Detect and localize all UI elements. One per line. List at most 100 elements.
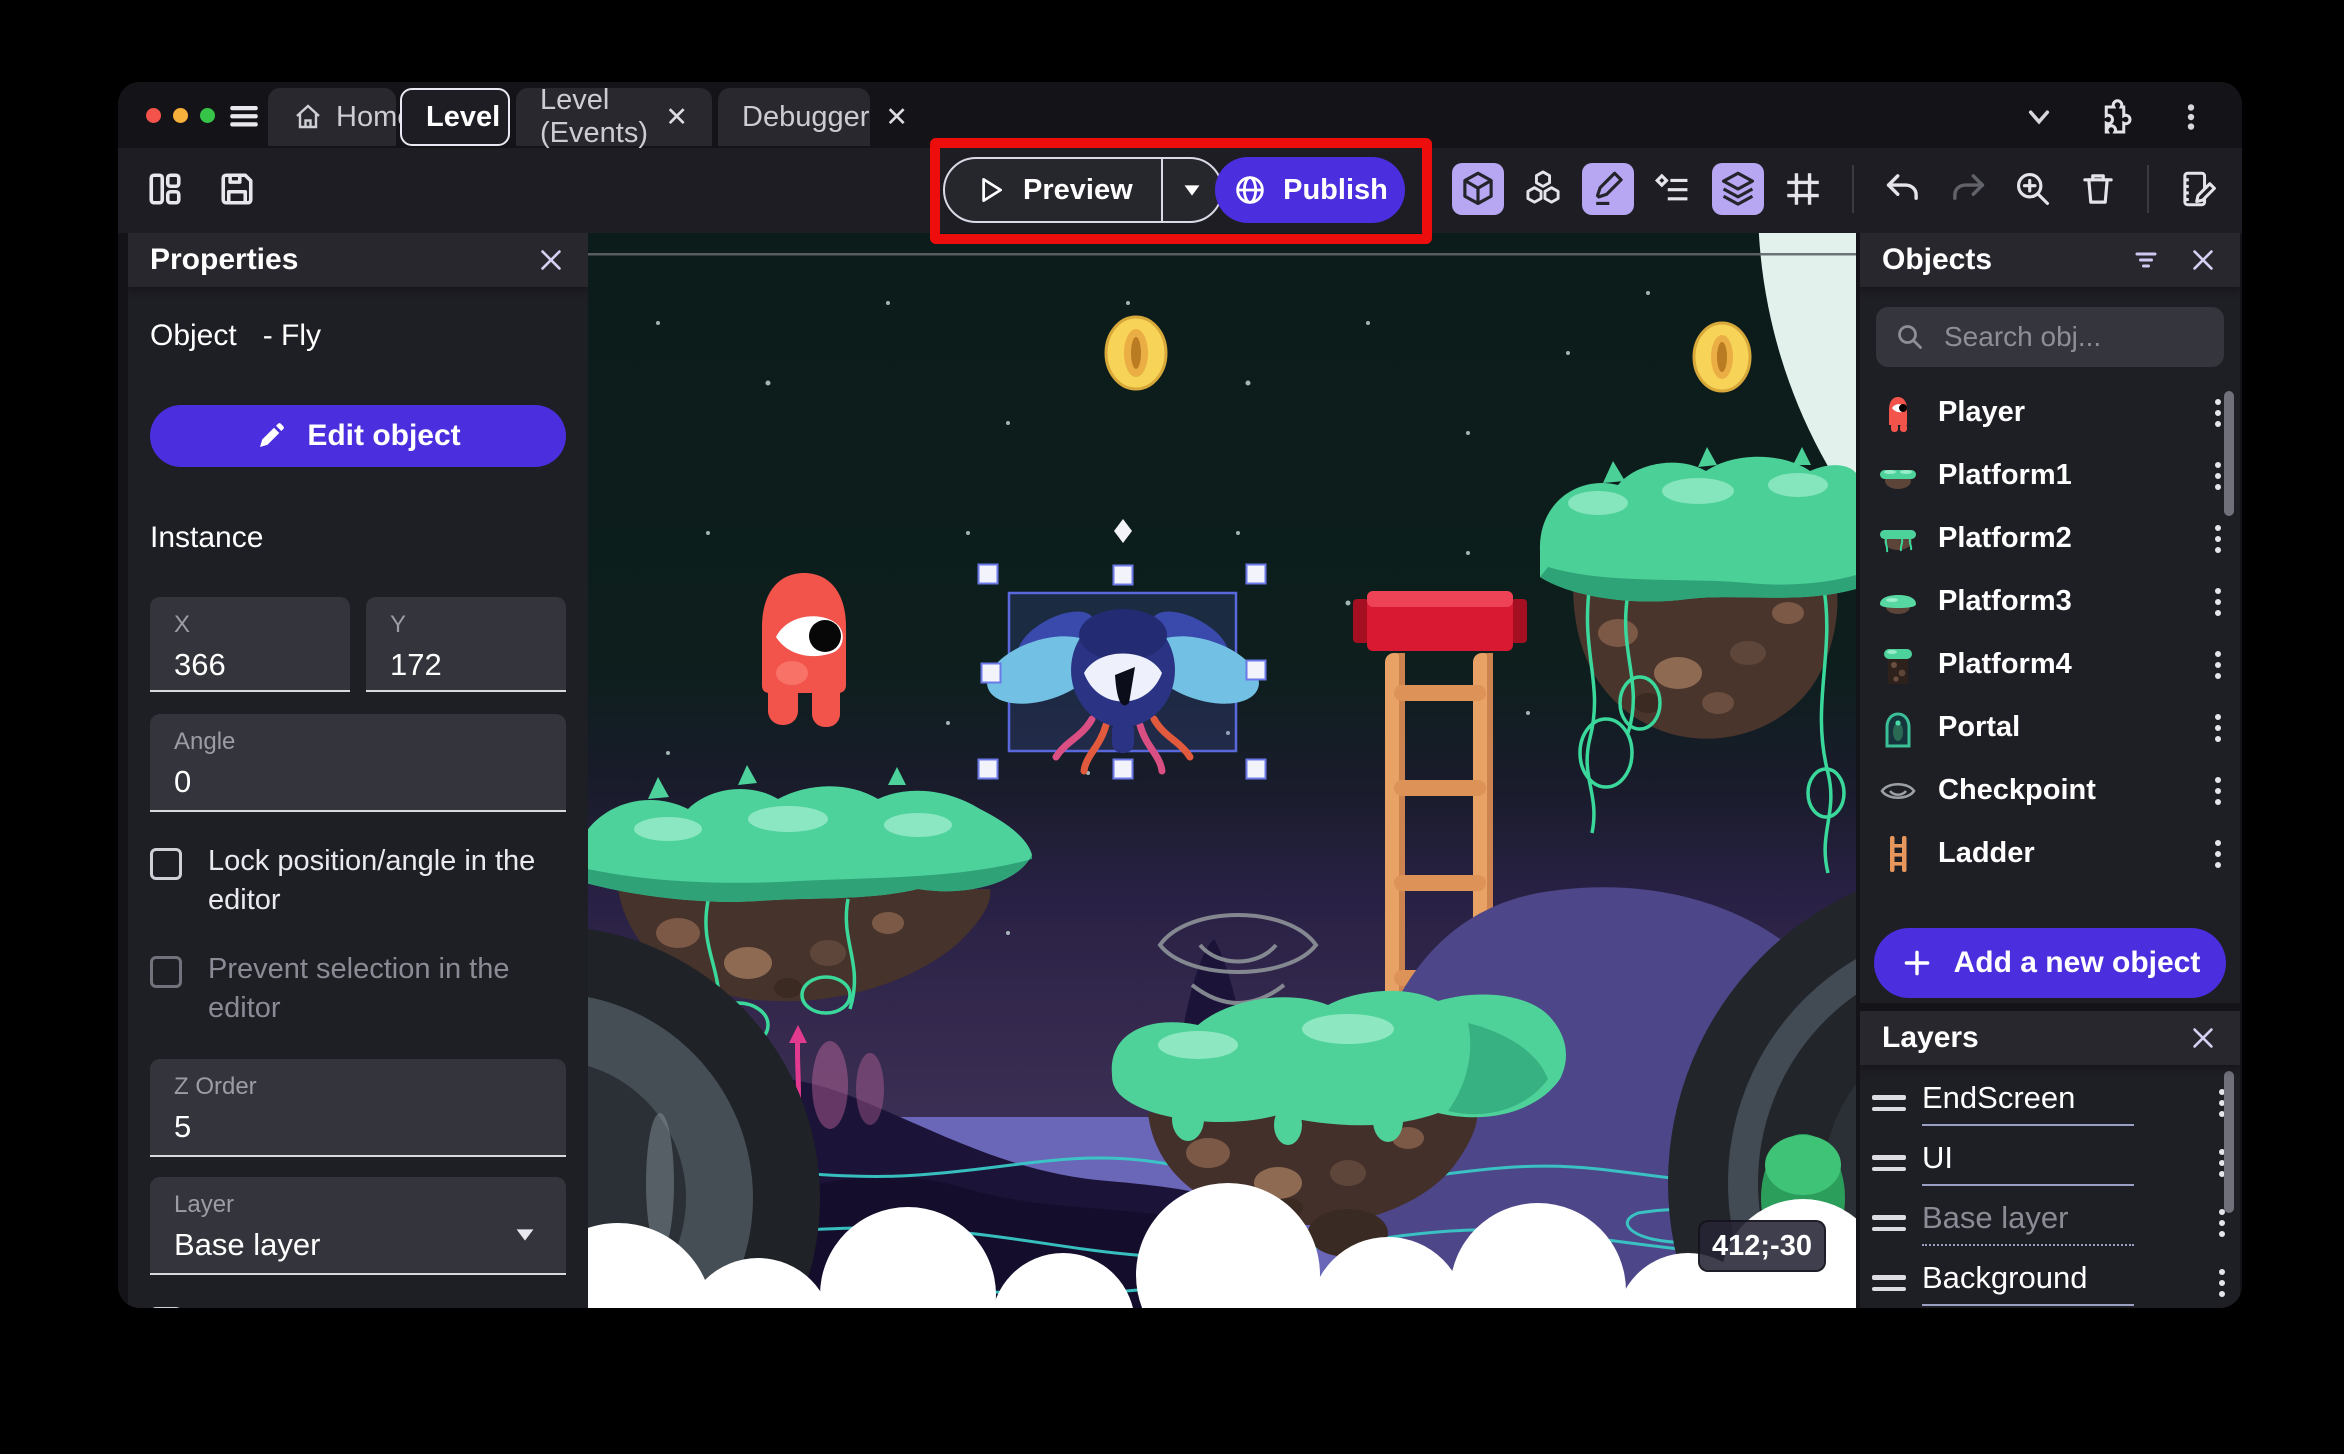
object-item-platform2[interactable]: Platform2 (1860, 507, 2240, 570)
add-object-label: Add a new object (1953, 946, 2201, 979)
tab-bar: Home Level ✕ Level (Events) ✕ Debugger ✕ (118, 82, 2242, 149)
edit-object-button[interactable]: Edit object (150, 405, 566, 467)
layers-panel-title: Layers (1882, 1021, 1979, 1054)
layer-row-ui[interactable]: UI (1860, 1133, 2240, 1193)
tab-level-events[interactable]: Level (Events) ✕ (516, 84, 712, 149)
y-field-value: 172 (390, 647, 442, 682)
close-tab-icon[interactable]: ✕ (665, 103, 688, 131)
portal-thumbnail-icon (1876, 706, 1920, 750)
object-item-portal[interactable]: Portal (1860, 696, 2240, 759)
object-label: Object (150, 319, 237, 352)
drag-handle-icon[interactable] (1872, 1095, 1906, 1111)
drag-handle-icon[interactable] (1872, 1155, 1906, 1171)
toggle-grid-button[interactable] (1777, 163, 1829, 215)
object-item-platform1[interactable]: Platform1 (1860, 444, 2240, 507)
scene-editor-canvas[interactable]: 412;-30 (588, 233, 1856, 1308)
layers-icon (1721, 171, 1755, 206)
cursor-coordinates-badge: 412;-30 (1698, 1220, 1826, 1272)
zoom-in-button[interactable] (2007, 163, 2059, 215)
layer-name[interactable]: Background (1922, 1260, 2134, 1306)
object-menu-button[interactable] (2212, 837, 2224, 871)
publish-label: Publish (1283, 173, 1388, 206)
tab-debugger[interactable]: Debugger ✕ (718, 88, 908, 146)
object-search-box[interactable] (1876, 307, 2240, 367)
expand-tabs-button[interactable] (2014, 92, 2064, 142)
object-menu-button[interactable] (2212, 585, 2224, 619)
extensions-button[interactable] (2090, 92, 2140, 142)
lock-position-checkbox[interactable] (150, 848, 182, 880)
z-order-field[interactable]: Z Order 5 (150, 1058, 566, 1157)
redo-button[interactable] (1942, 163, 1994, 215)
preview-button[interactable]: Preview (945, 159, 1161, 221)
layer-name[interactable]: EndScreen (1922, 1080, 2134, 1126)
add-new-object-button[interactable]: Add a new object (1874, 928, 2226, 998)
layers-scrollbar[interactable] (2224, 1071, 2234, 1213)
tab-level-active[interactable]: Level ✕ (400, 88, 539, 146)
object-item-ladder[interactable]: Ladder (1860, 822, 2240, 885)
close-properties-icon[interactable] (536, 245, 566, 275)
properties-panel-title: Properties (150, 243, 299, 276)
instances-list-button[interactable] (1647, 163, 1699, 215)
layer-name[interactable]: Base layer (1922, 1200, 2134, 1246)
close-layers-icon[interactable] (2188, 1023, 2218, 1053)
platform4-thumbnail-icon (1876, 643, 1920, 687)
toggle-objects-panel-button[interactable] (1452, 163, 1504, 215)
close-window-button[interactable] (146, 108, 161, 123)
notebook-edit-icon (2183, 171, 2216, 207)
search-objects-input[interactable] (1942, 320, 2240, 354)
object-menu-button[interactable] (2212, 774, 2224, 808)
object-menu-button[interactable] (2212, 396, 2224, 430)
custom-size-checkbox[interactable] (150, 1306, 182, 1308)
tab-label: Level (426, 100, 501, 133)
object-menu-button[interactable] (2212, 711, 2224, 745)
minimize-window-button[interactable] (173, 108, 188, 123)
layer-row-base-layer[interactable]: Base layer (1860, 1193, 2240, 1253)
prevent-selection-checkbox[interactable] (150, 956, 182, 989)
tab-home[interactable]: Home (268, 88, 413, 146)
preview-options-button[interactable] (1160, 159, 1221, 221)
object-menu-button[interactable] (2212, 522, 2224, 556)
drag-handle-icon[interactable] (1872, 1275, 1906, 1291)
drag-handle-icon[interactable] (1872, 1215, 1906, 1231)
object-menu-button[interactable] (2212, 459, 2224, 493)
object-item-platform3[interactable]: Platform3 (1860, 570, 2240, 633)
object-item-player[interactable]: Player (1860, 381, 2240, 444)
object-groups-button[interactable] (1517, 163, 1569, 215)
y-field[interactable]: Y 172 (366, 597, 566, 692)
objects-scrollbar[interactable] (2224, 391, 2234, 516)
save-project-button[interactable] (212, 164, 262, 214)
angle-field[interactable]: Angle 0 (150, 714, 566, 812)
layer-select[interactable]: Layer Base layer (150, 1176, 566, 1275)
object-menu-button[interactable] (2212, 648, 2224, 682)
coin[interactable] (1692, 321, 1752, 393)
edit-pencil-icon (1595, 171, 1623, 206)
layer-name[interactable]: UI (1922, 1140, 2134, 1186)
layer-field-label: Layer (174, 1190, 235, 1218)
layer-row-endscreen[interactable]: EndScreen (1860, 1073, 2240, 1133)
close-tab-icon[interactable]: ✕ (885, 103, 908, 131)
close-objects-icon[interactable] (2188, 245, 2218, 275)
zoom-in-icon (2016, 172, 2050, 206)
main-menu-button[interactable] (222, 94, 266, 138)
coin[interactable] (1104, 315, 1168, 391)
maximize-window-button[interactable] (200, 108, 215, 123)
more-options-button[interactable] (2166, 92, 2216, 142)
layer-menu-button[interactable] (2216, 1266, 2228, 1300)
right-column: Objects Search obj... Player Platform1 P… (1860, 233, 2240, 1308)
open-project-manager-button[interactable] (140, 164, 190, 214)
object-item-platform4[interactable]: Platform4 (1860, 633, 2240, 696)
close-icon (2193, 1028, 2213, 1048)
window-controls[interactable] (146, 108, 215, 123)
undo-button[interactable] (1877, 163, 1929, 215)
toggle-properties-panel-button[interactable] (1582, 163, 1634, 215)
object-item-checkpoint[interactable]: Checkpoint (1860, 759, 2240, 822)
delete-button[interactable] (2072, 163, 2124, 215)
x-field[interactable]: X 366 (150, 597, 350, 692)
layer-row-background[interactable]: Background (1860, 1253, 2240, 1308)
edit-scene-properties-button[interactable] (2172, 163, 2224, 215)
toggle-layers-panel-button[interactable] (1712, 163, 1764, 215)
fly-object-selected[interactable] (977, 563, 1268, 780)
y-field-label: Y (390, 611, 407, 638)
publish-button[interactable]: Publish (1215, 157, 1405, 223)
filter-objects-button[interactable] (2130, 244, 2162, 276)
